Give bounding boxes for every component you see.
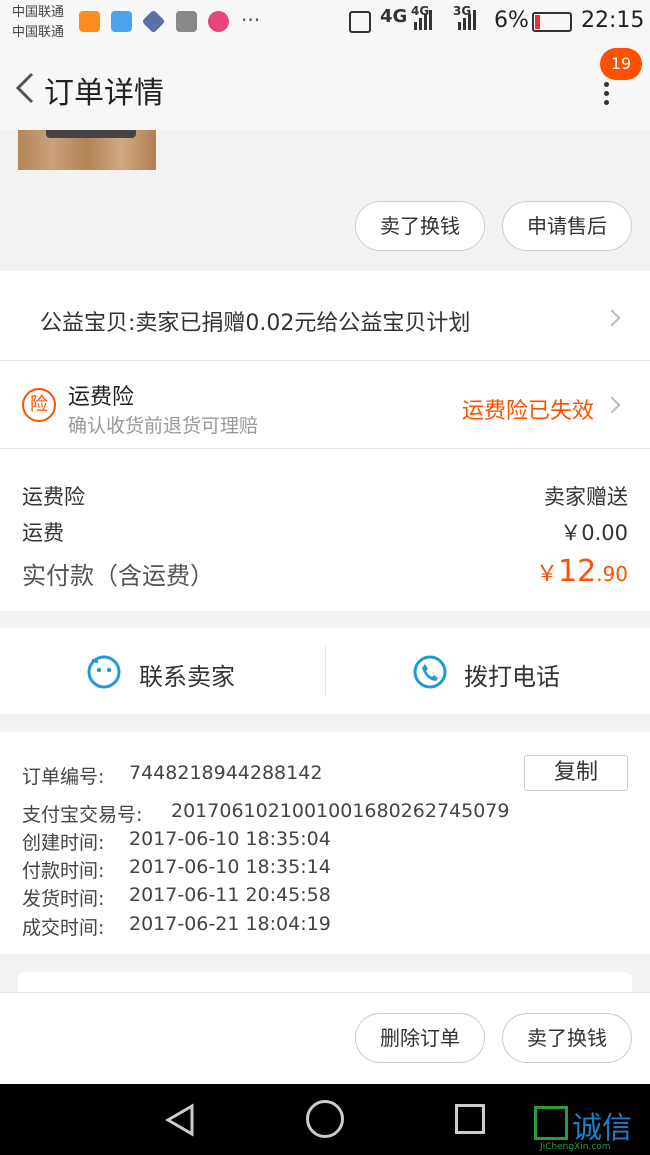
sell-button-bottom[interactable]: 卖了换钱 xyxy=(502,1013,632,1063)
back-button[interactable] xyxy=(10,70,46,106)
clock: 22:15 xyxy=(581,8,645,33)
paid-time-label: 付款时间: xyxy=(22,860,105,882)
more-notifications-icon: ··· xyxy=(241,8,261,32)
total-decimal: .90 xyxy=(596,562,628,586)
paid-time-value: 2017-06-10 18:35:14 xyxy=(129,856,331,878)
insurance-subtitle: 确认收货前退货可理赔 xyxy=(68,415,259,437)
more-menu-button[interactable] xyxy=(598,82,614,106)
watermark-brand: 诚信 xyxy=(572,1111,632,1146)
total-currency: ￥ xyxy=(535,562,558,587)
battery-percent: 6% xyxy=(494,8,529,33)
order-no-label: 订单编号: xyxy=(22,766,105,788)
sell-button[interactable]: 卖了换钱 xyxy=(355,201,485,251)
insurance-fee-value: 卖家赠送 xyxy=(544,485,628,509)
insurance-icon: 险 xyxy=(22,388,56,422)
alipay-no-value: 2017061021001001680262745079 xyxy=(171,800,510,822)
health-app-icon xyxy=(111,11,132,32)
total-label: 实付款（含运费） xyxy=(22,562,214,590)
contact-seller-label[interactable]: 联系卖家 xyxy=(139,657,235,692)
chat-bubble-icon xyxy=(87,655,121,689)
divider xyxy=(0,360,650,361)
shipped-time-label: 发货时间: xyxy=(22,888,105,910)
alipay-no-label: 支付宝交易号: xyxy=(22,804,143,826)
shipped-time-value: 2017-06-11 20:45:58 xyxy=(129,884,331,906)
triangle-back-icon xyxy=(165,1103,194,1137)
product-thumbnail-detail xyxy=(46,130,136,138)
more-dot-icon xyxy=(603,100,609,105)
contact-seller-button[interactable] xyxy=(86,654,122,690)
notification-badge: 19 xyxy=(600,48,642,80)
insurance-fee-label: 运费险 xyxy=(22,485,85,509)
watermark-site: JiChengXin.com xyxy=(540,1142,611,1152)
gallery-icon xyxy=(176,11,197,32)
done-time-value: 2017-06-21 18:04:19 xyxy=(129,913,331,935)
page-title: 订单详情 xyxy=(44,76,164,111)
total-amount: ￥ 12 .90 xyxy=(536,554,628,589)
created-time-value: 2017-06-10 18:35:04 xyxy=(129,828,331,850)
divider xyxy=(325,646,326,696)
call-label[interactable]: 拨打电话 xyxy=(464,657,560,692)
phone-icon xyxy=(413,655,447,689)
carrier-label-1: 中国联通 xyxy=(12,5,65,20)
back-arrow-icon xyxy=(15,72,34,104)
done-time-label: 成交时间: xyxy=(22,917,105,939)
call-button[interactable] xyxy=(412,654,448,690)
shipping-fee-value: ￥0.00 xyxy=(560,521,628,545)
chat-app-icon xyxy=(208,11,229,32)
after-sale-button[interactable]: 申请售后 xyxy=(502,201,632,251)
signal-icon xyxy=(414,10,432,30)
insurance-title: 运费险 xyxy=(68,385,135,410)
nav-back-button[interactable] xyxy=(162,1102,198,1142)
carrier-label-2: 中国联通 xyxy=(12,25,65,40)
battery-icon xyxy=(532,12,572,32)
signal-icon-2 xyxy=(458,10,476,30)
more-dot-icon xyxy=(603,91,609,96)
more-dot-icon xyxy=(603,82,609,87)
network-4g-label: 4G xyxy=(380,6,408,27)
total-integer: 12 xyxy=(558,554,597,589)
vibrate-icon xyxy=(349,11,371,33)
delete-order-button[interactable]: 删除订单 xyxy=(355,1013,485,1063)
nav-home-button[interactable] xyxy=(306,1100,344,1138)
insurance-status[interactable]: 运费险已失效 xyxy=(462,393,594,425)
watermark-logo-icon xyxy=(534,1106,568,1140)
uc-browser-icon xyxy=(79,11,100,32)
copy-button[interactable]: 复制 xyxy=(524,755,628,791)
order-no-value: 7448218944288142 xyxy=(129,762,323,784)
nav-recents-button[interactable] xyxy=(455,1104,485,1134)
shipping-fee-label: 运费 xyxy=(22,521,64,545)
charity-text[interactable]: 公益宝贝:卖家已捐赠0.02元给公益宝贝计划 xyxy=(40,305,470,337)
created-time-label: 创建时间: xyxy=(22,832,105,854)
